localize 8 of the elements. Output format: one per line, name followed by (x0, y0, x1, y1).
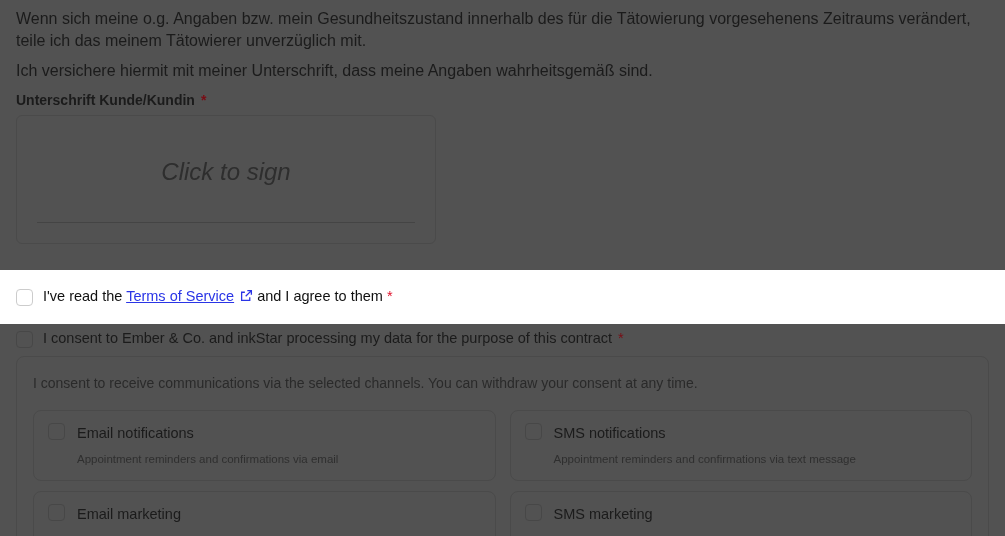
required-mark: * (618, 330, 624, 347)
external-link-icon (240, 289, 254, 303)
field-label: Unterschrift Kunde/Kundin (16, 91, 195, 110)
checkbox-label: I've read the Terms of Service and I agree to them * (43, 287, 393, 307)
required-mark: * (386, 288, 393, 305)
required-mark: * (200, 91, 207, 110)
paragraph: Ich versichere hiermit mit meiner Unterschrift, dass meine Angaben wahrheitsgemäß sind. (16, 61, 654, 81)
link[interactable]: Terms of Service (126, 288, 254, 305)
